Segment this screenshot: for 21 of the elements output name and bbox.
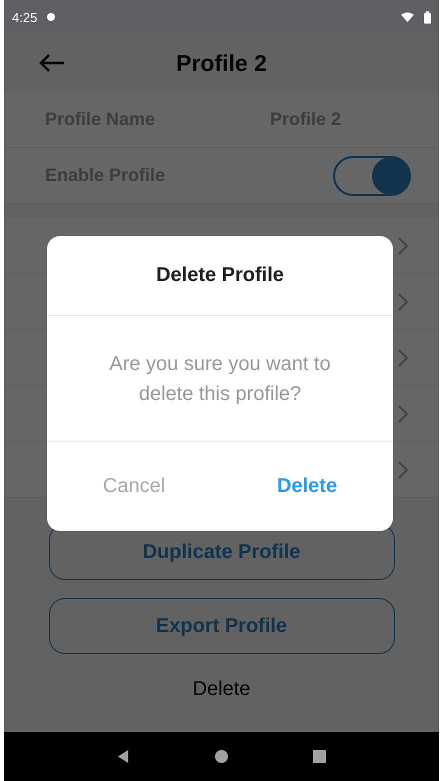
toggle-switch[interactable] [333,156,411,196]
dialog-title: Delete Profile [47,236,393,316]
back-triangle-icon[interactable] [116,750,130,763]
recents-square-icon[interactable] [313,750,326,763]
battery-icon [424,10,431,24]
status-time: 4:25 [12,10,38,24]
dialog-message: Are you sure you want to delete this profile? [108,352,332,406]
delete-button[interactable]: Delete [269,471,346,502]
back-arrow-icon[interactable] [38,53,66,73]
chevron-right-icon [397,292,409,312]
wifi-icon [401,12,414,22]
delete-link[interactable]: Delete [184,676,258,703]
cancel-button[interactable]: Cancel [94,471,174,502]
notification-dot-icon [47,13,56,21]
outline-button[interactable]: Export Profile [48,598,394,654]
chevron-right-icon [397,236,409,256]
home-circle-icon[interactable] [214,750,228,763]
chevron-right-icon [397,460,409,480]
chevron-right-icon [397,348,409,368]
chevron-right-icon [397,404,409,424]
screen-title: Profile 2 [176,50,267,76]
